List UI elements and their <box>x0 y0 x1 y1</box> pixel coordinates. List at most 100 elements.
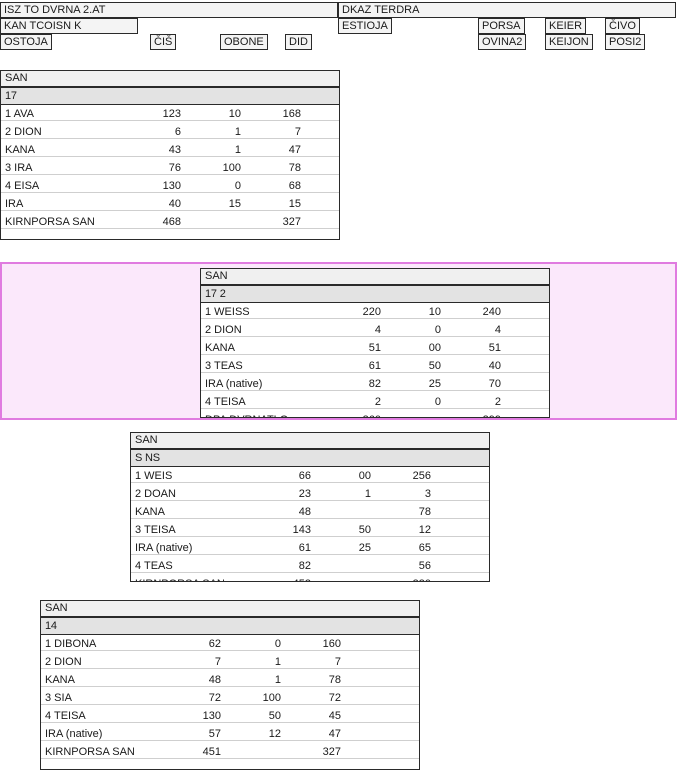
row-value: 468 <box>162 216 181 228</box>
table-row[interactable]: KANA 48 78 <box>131 505 489 519</box>
table-row[interactable]: 4 TEAS 82 56 <box>131 559 489 573</box>
row-value: 76 <box>168 162 181 174</box>
row-value: 72 <box>328 692 341 704</box>
row-label: 4 TEISA <box>205 396 246 408</box>
row-value: 7 <box>214 656 221 668</box>
row-value: 130 <box>202 710 221 722</box>
table-row[interactable]: KANA 51 00 51 <box>201 341 549 355</box>
row-value: 40 <box>168 198 181 210</box>
right-col2-3: POSI2 <box>605 34 646 50</box>
data-panel-p3[interactable]: SAN S NS 1 WEIS 66 00 256 2 DOAN 23 1 3 KANA 48 78 3 … <box>130 432 490 582</box>
row-value: 45 <box>328 710 341 722</box>
row-value: 100 <box>222 162 241 174</box>
table-row[interactable]: 1 WEISS 220 10 240 <box>201 305 549 319</box>
right-title: DKAZ TERDRA <box>338 2 676 18</box>
row-value: 0 <box>434 396 441 408</box>
data-panel-p1[interactable]: SAN 17 1 AVA 123 10 168 2 DION 6 1 7 KANA 43 1 47 3 IR… <box>0 70 340 240</box>
row-value: 143 <box>292 524 311 536</box>
data-panel-p4[interactable]: SAN 14 1 DIBONA 62 0 160 2 DION 7 1 7 KANA 48 1 78 3 S… <box>40 600 420 770</box>
row-label: 2 DOAN <box>135 488 176 500</box>
panel-band: SAN <box>201 269 549 285</box>
table-row[interactable]: IRA (native) 82 25 70 <box>201 377 549 391</box>
row-value: 0 <box>434 324 441 336</box>
row-value: 50 <box>358 524 371 536</box>
row-value: 43 <box>168 144 181 156</box>
table-row[interactable]: KIRNPORSA SAN 468 327 <box>1 215 339 229</box>
row-value: 50 <box>268 710 281 722</box>
row-value: 4 <box>374 324 381 336</box>
row-value: 327 <box>282 216 301 228</box>
table-row[interactable]: KIRNPORSA SAN 451 327 <box>41 745 419 759</box>
row-label: 4 TEAS <box>135 560 173 572</box>
table-row[interactable]: 4 TEISA 2 0 2 <box>201 395 549 409</box>
row-value: 327 <box>322 746 341 758</box>
row-value: 23 <box>298 488 311 500</box>
table-row[interactable]: IRA (native) 57 12 47 <box>41 727 419 741</box>
panel-subheader: 17 2 <box>201 285 549 303</box>
table-row[interactable]: IRA 40 15 15 <box>1 197 339 211</box>
table-row[interactable]: 4 TEISA 130 50 45 <box>41 709 419 723</box>
row-value: 61 <box>368 360 381 372</box>
row-value: 160 <box>322 638 341 650</box>
right-col-4: ČIVO <box>605 18 640 34</box>
data-panel-p2[interactable]: SAN 17 21 WEISS 220 10 240 2 DION 4 0 4 KANA 51 00 5… <box>200 268 550 418</box>
row-value: 123 <box>162 108 181 120</box>
row-label: KANA <box>205 342 235 354</box>
row-value: 1 <box>274 656 281 668</box>
row-value: 25 <box>358 542 371 554</box>
row-value: 0 <box>234 180 241 192</box>
row-value: 3 <box>424 488 431 500</box>
col-4: DID <box>285 34 312 50</box>
row-value: 51 <box>488 342 501 354</box>
row-label: 2 DION <box>5 126 42 138</box>
row-value: 70 <box>488 378 501 390</box>
row-value: 48 <box>298 506 311 518</box>
table-row[interactable]: 3 IRA 76 100 78 <box>1 161 339 175</box>
row-value: 10 <box>428 306 441 318</box>
table-row[interactable]: 4 EISA 130 0 68 <box>1 179 339 193</box>
table-row[interactable]: 2 DION 7 1 7 <box>41 655 419 669</box>
row-value: 00 <box>358 470 371 482</box>
table-row[interactable]: 3 SIA 72 100 72 <box>41 691 419 705</box>
row-label: 1 AVA <box>5 108 34 120</box>
table-row[interactable]: 2 DOAN 23 1 3 <box>131 487 489 501</box>
row-value: 82 <box>298 560 311 572</box>
row-label: 2 DION <box>205 324 242 336</box>
row-value: 4 <box>494 324 501 336</box>
panel-band: SAN <box>1 71 339 87</box>
row-value: 51 <box>368 342 381 354</box>
row-label: KIRNPORSA SAN <box>135 577 225 581</box>
table-row[interactable]: 2 DION 6 1 7 <box>1 125 339 139</box>
row-value: 451 <box>202 746 221 758</box>
table-row[interactable]: 1 WEIS 66 00 256 <box>131 469 489 483</box>
row-value: 25 <box>428 378 441 390</box>
row-value: 65 <box>418 542 431 554</box>
row-label: KANA <box>135 506 165 518</box>
table-row[interactable]: KANA 43 1 47 <box>1 143 339 157</box>
row-value: 72 <box>208 692 221 704</box>
right-col-1: ESTIOJA <box>338 18 392 34</box>
report-subtitle: KAN TCOISN K <box>0 18 138 34</box>
table-row[interactable]: 2 DION 4 0 4 <box>201 323 549 337</box>
table-row[interactable]: 3 TEISA 143 50 12 <box>131 523 489 537</box>
row-value: 48 <box>208 674 221 686</box>
right-col-2: PORSA <box>478 18 525 34</box>
table-row[interactable]: 1 AVA 123 10 168 <box>1 107 339 121</box>
row-label: 4 TEISA <box>45 710 86 722</box>
panel-subheader: 14 <box>41 617 419 635</box>
table-row[interactable]: 1 DIBONA 62 0 160 <box>41 637 419 651</box>
col-3: OBONE <box>220 34 268 50</box>
row-label: IRA (native) <box>205 378 263 390</box>
table-row[interactable]: 3 TEAS 61 50 40 <box>201 359 549 373</box>
col-1: OSTOJA <box>0 34 52 50</box>
row-value: 240 <box>482 306 501 318</box>
row-value: 12 <box>418 524 431 536</box>
report-title: ISZ TO DVRNA 2.AT <box>0 2 338 18</box>
table-row[interactable]: KANA 48 1 78 <box>41 673 419 687</box>
table-row[interactable]: KIRNPORSA SAN 453 330 <box>131 577 489 581</box>
row-value: 66 <box>298 470 311 482</box>
table-row[interactable]: IRA (native) 61 25 65 <box>131 541 489 555</box>
row-value: 7 <box>334 656 341 668</box>
table-row[interactable]: DPA DVRNATLO 360 299 <box>201 413 549 417</box>
row-value: 1 <box>234 126 241 138</box>
